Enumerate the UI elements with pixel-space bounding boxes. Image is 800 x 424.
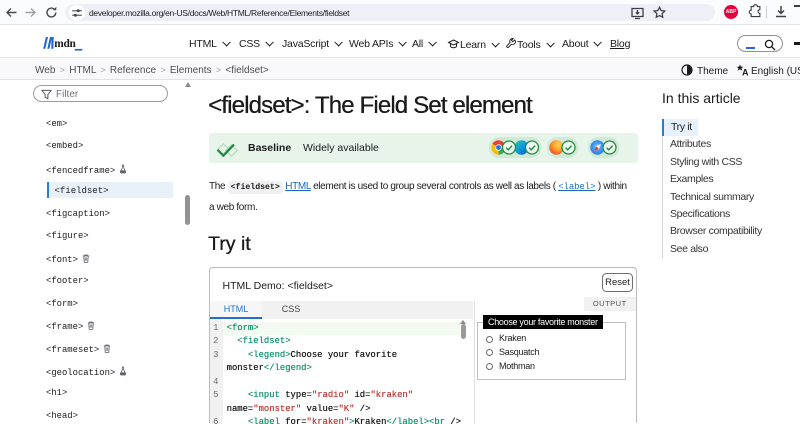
svg-text:A: A — [742, 67, 748, 76]
svg-text:mdn: mdn — [54, 37, 76, 49]
